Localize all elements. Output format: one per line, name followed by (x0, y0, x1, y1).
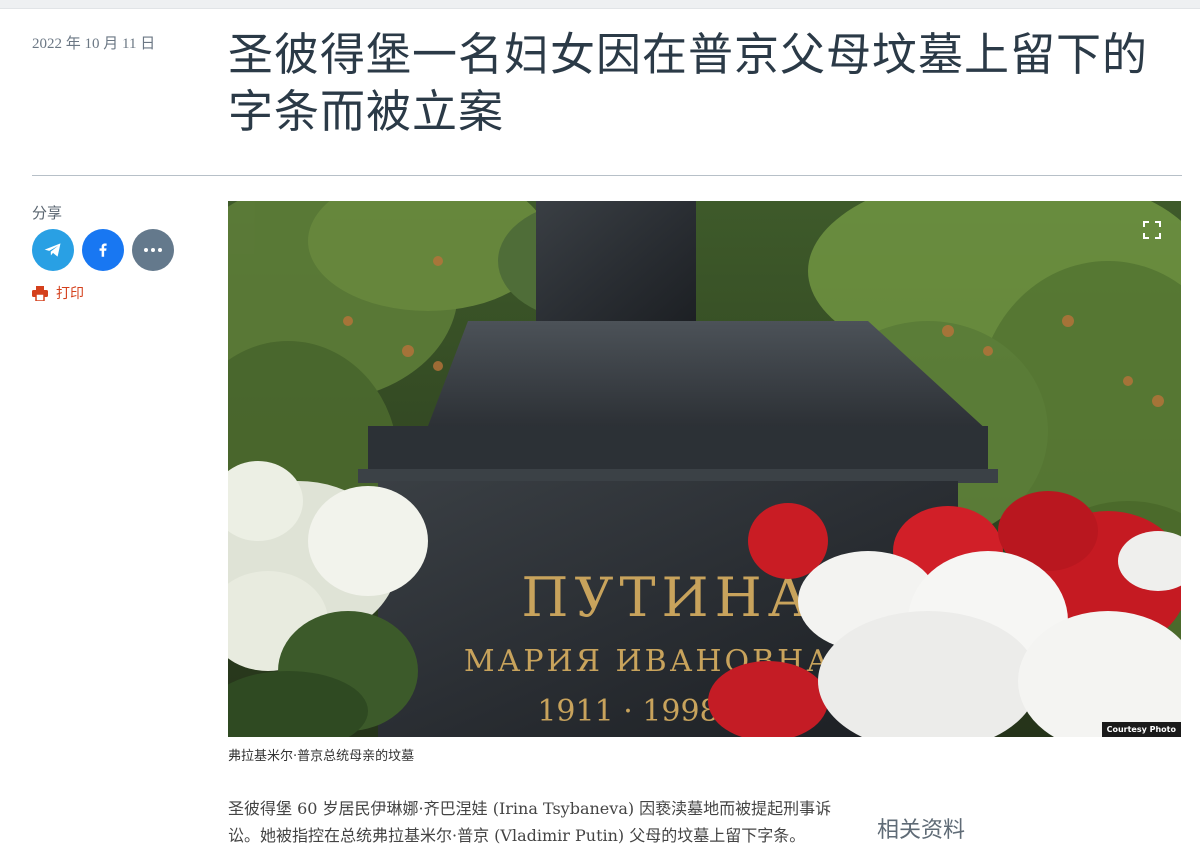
photo-credit: Courtesy Photo (1101, 722, 1181, 737)
more-icon (144, 248, 162, 252)
photo-caption: 弗拉基米尔·普京总统母亲的坟墓 (228, 749, 415, 764)
title-divider (32, 175, 1182, 176)
expand-icon[interactable] (1143, 221, 1161, 239)
article-photo[interactable]: ПУТИНА МАРИЯ ИВАНОВНА 1911 · 1998 Courte… (228, 201, 1181, 737)
print-button[interactable]: 打印 (32, 283, 84, 303)
engraving-surname: ПУТИНА (521, 566, 814, 629)
article-body: 圣彼得堡 60 岁居民伊琳娜·齐巴涅娃 (Irina Tsybaneva) 因亵… (228, 799, 832, 845)
printer-icon (32, 285, 48, 301)
article-date: 2022 年 10 月 11 日 (32, 36, 156, 52)
telegram-icon (44, 243, 61, 257)
article-title: 圣彼得堡一名妇女因在普京父母坟墓上留下的字条而被立案 (228, 28, 1149, 138)
share-label: 分享 (32, 204, 63, 222)
top-bar (0, 0, 1200, 9)
related-heading: 相关资料 (877, 818, 966, 843)
facebook-icon (99, 243, 107, 257)
grave-photo-illustration: ПУТИНА МАРИЯ ИВАНОВНА 1911 · 1998 (228, 201, 1181, 737)
facebook-share-button[interactable] (82, 229, 124, 271)
more-share-button[interactable] (132, 229, 174, 271)
telegram-share-button[interactable] (32, 229, 74, 271)
print-label: 打印 (56, 286, 84, 302)
engraving-years: 1911 · 1998 (537, 694, 718, 729)
